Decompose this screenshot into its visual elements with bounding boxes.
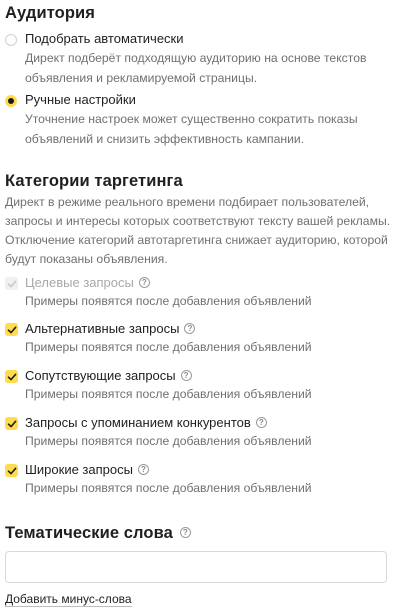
thematic-title-text: Тематические слова (5, 524, 173, 542)
category-label-text: Широкие запросы (25, 462, 133, 477)
radio-manual-desc-line: Уточнение настроек может существенно сок… (25, 112, 358, 126)
checkbox-broad[interactable] (5, 464, 18, 477)
check-icon (7, 373, 16, 380)
checkbox-competitors[interactable] (5, 417, 18, 430)
radio-manual-desc: Уточнение настроек может существенно сок… (25, 109, 358, 149)
help-icon[interactable]: ? (137, 464, 149, 476)
help-icon[interactable]: ? (179, 527, 191, 539)
thematic-words-input[interactable] (5, 551, 387, 583)
check-icon (7, 420, 16, 427)
add-minus-words-link[interactable]: Добавить минус-слова (5, 592, 132, 607)
category-label-text: Альтернативные запросы (25, 321, 180, 336)
targeting-desc: Директ в режиме реального времени подбир… (5, 193, 390, 269)
category-related-hint: Примеры появятся после добавления объявл… (25, 387, 312, 401)
category-alternative-label[interactable]: Альтернативные запросы? (25, 321, 196, 336)
category-targeted-label: Целевые запросы? (25, 275, 150, 290)
audience-title: Аудитория (5, 4, 95, 22)
category-label-text: Целевые запросы (25, 275, 134, 290)
checkbox-related[interactable] (5, 370, 18, 383)
help-icon[interactable]: ? (138, 277, 150, 289)
radio-auto[interactable] (5, 34, 17, 46)
check-icon (7, 326, 16, 333)
targeting-title: Категории таргетинга (5, 172, 183, 190)
category-competitors-label[interactable]: Запросы с упоминанием конкурентов? (25, 415, 267, 430)
targeting-desc-line: будут показаны объявления. (5, 252, 168, 266)
category-related-label[interactable]: Сопутствующие запросы? (25, 368, 192, 383)
category-alternative-hint: Примеры появятся после добавления объявл… (25, 340, 312, 354)
category-label-text: Сопутствующие запросы (25, 368, 176, 383)
radio-manual[interactable] (5, 95, 17, 107)
help-icon[interactable]: ? (180, 370, 192, 382)
category-label-text: Запросы с упоминанием конкурентов (25, 415, 251, 430)
check-icon (7, 280, 16, 287)
radio-auto-desc: Директ подберёт подходящую аудиторию на … (25, 48, 366, 88)
radio-manual-label[interactable]: Ручные настройки (25, 92, 136, 107)
targeting-desc-line: Отключение категорий автотаргетинга сниж… (5, 233, 388, 247)
targeting-desc-line: Директ в режиме реального времени подбир… (5, 195, 370, 209)
radio-auto-label[interactable]: Подобрать автоматически (25, 31, 184, 46)
thematic-title: Тематические слова? (5, 524, 191, 543)
category-targeted-hint: Примеры появятся после добавления объявл… (25, 294, 312, 308)
category-broad-hint: Примеры появятся после добавления объявл… (25, 481, 312, 495)
radio-manual-desc-line: объявлений и снизить эффективность кампа… (25, 132, 305, 146)
checkbox-targeted (5, 277, 18, 290)
help-icon[interactable]: ? (184, 323, 196, 335)
category-broad-label[interactable]: Широкие запросы? (25, 462, 149, 477)
targeting-desc-line: запросы и интересы которых соответствуют… (5, 214, 391, 228)
checkbox-alternative[interactable] (5, 323, 18, 336)
help-icon[interactable]: ? (255, 417, 267, 429)
radio-auto-desc-line: Директ подберёт подходящую аудиторию на … (25, 51, 367, 65)
category-competitors-hint: Примеры появятся после добавления объявл… (25, 434, 312, 448)
add-minus-words-link-wrap[interactable]: Добавить минус-слова (5, 590, 132, 608)
check-icon (7, 467, 16, 474)
radio-auto-desc-line: объявления и рекламируемой страницы. (25, 71, 258, 85)
